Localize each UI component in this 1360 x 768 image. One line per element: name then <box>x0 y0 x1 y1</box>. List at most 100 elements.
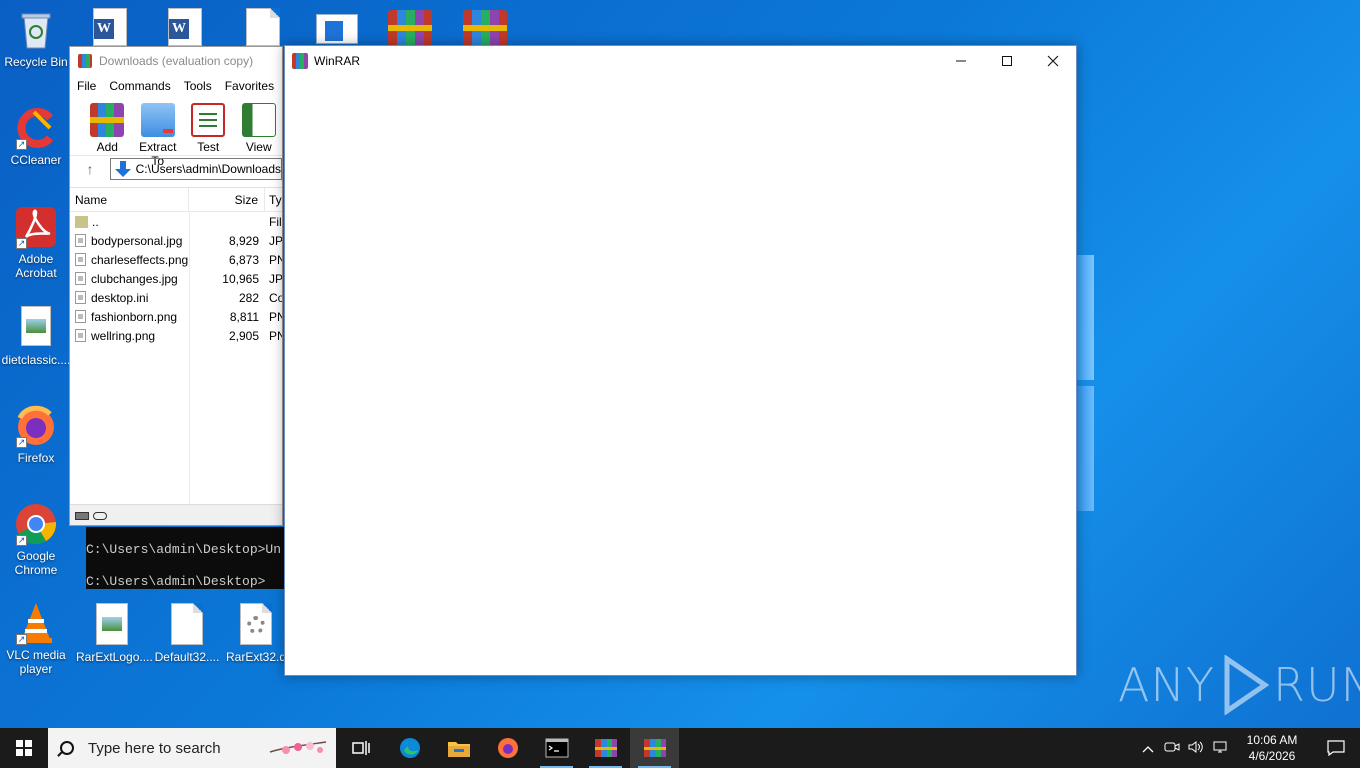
test-button[interactable]: Test <box>185 97 232 155</box>
show-hidden-icons-button[interactable] <box>1136 741 1160 756</box>
console-line: C:\Users\admin\Desktop>Un <box>86 542 282 557</box>
edge-icon <box>399 738 420 758</box>
winrar-archive-icon <box>388 10 432 46</box>
desktop-icon-window-file[interactable] <box>316 14 360 46</box>
column-name-header[interactable]: Name <box>70 188 189 211</box>
desktop-icon-google-chrome[interactable]: ↗ Google Chrome <box>0 502 72 577</box>
desktop-icon-ccleaner[interactable]: ↗ CCleaner <box>0 106 72 167</box>
desktop-icon-firefox[interactable]: ↗ Firefox <box>0 404 72 465</box>
taskbar-winrar-1[interactable] <box>581 728 630 768</box>
file-name: fashionborn.png <box>91 309 178 324</box>
taskbar-winrar-2[interactable] <box>630 728 679 768</box>
meet-now-button[interactable] <box>1160 740 1184 757</box>
terminal-icon <box>545 738 568 758</box>
up-arrow-icon[interactable]: ↑ <box>70 161 110 177</box>
winrar-downloads-window[interactable]: Downloads (evaluation copy) File Command… <box>69 46 283 526</box>
volume-button[interactable] <box>1184 740 1208 757</box>
extract-folder-icon <box>140 103 175 137</box>
file-size: 2,905 <box>228 328 259 343</box>
document-window-icon <box>316 14 358 44</box>
winrar-icon <box>643 739 666 757</box>
maximize-icon <box>1002 55 1012 66</box>
desktop-icon-label: Google Chrome <box>14 549 58 577</box>
close-icon <box>1047 55 1059 66</box>
taskbar-file-explorer[interactable] <box>434 728 483 768</box>
shortcut-arrow-icon: ↗ <box>16 139 27 150</box>
desktop-icon-label: VLC media player <box>6 648 66 676</box>
menu-commands[interactable]: Commands <box>109 79 170 93</box>
taskbar-command-prompt[interactable] <box>532 728 581 768</box>
settings-file-icon <box>75 291 86 304</box>
desktop-icon-default32[interactable]: Default32.... <box>151 603 223 664</box>
menu-favorites[interactable]: Favorites <box>225 79 274 93</box>
add-button[interactable]: Add <box>84 97 131 155</box>
desktop-icon-winrar-archive-1[interactable] <box>388 10 436 46</box>
clock[interactable]: 10:06 AM 4/6/2026 <box>1232 732 1312 764</box>
desktop-icon-word-doc-1[interactable]: W <box>90 8 130 46</box>
acrobat-icon: ↗ <box>14 205 58 249</box>
table-row[interactable]: clubchanges.jpg 10,965 JPG <box>70 269 282 288</box>
winrar-icon <box>78 54 92 68</box>
start-button[interactable] <box>0 728 48 768</box>
taskbar-edge[interactable] <box>385 728 434 768</box>
desktop-icon-label: Default32.... <box>154 650 220 664</box>
file-type: PNG <box>269 309 282 324</box>
image-file-icon <box>14 306 58 350</box>
file-name: bodypersonal.jpg <box>91 233 183 248</box>
command-prompt-window[interactable]: C:\Users\admin\Desktop>Un C:\Users\admin… <box>86 527 284 589</box>
menu-tools[interactable]: Tools <box>184 79 212 93</box>
desktop-icon-rarext32[interactable]: RarExt32.d <box>226 603 286 664</box>
desktop-icon-label: Adobe Acrobat <box>15 252 57 280</box>
shortcut-arrow-icon: ↗ <box>16 634 27 645</box>
task-view-button[interactable] <box>336 728 385 768</box>
close-button[interactable] <box>1030 46 1076 75</box>
chrome-icon: ↗ <box>14 502 58 546</box>
minimize-icon <box>956 60 966 61</box>
desktop-icon-blank-file[interactable] <box>245 8 281 46</box>
desktop-icon-vlc[interactable]: ↗ VLC media player <box>0 601 72 676</box>
desktop-icon-word-doc-2[interactable]: W <box>165 8 205 46</box>
column-type-header[interactable]: Type <box>265 193 282 207</box>
window-titlebar[interactable]: WinRAR <box>285 46 1076 75</box>
column-size-header[interactable]: Size <box>189 188 265 211</box>
table-row[interactable]: bodypersonal.jpg 8,929 JPG <box>70 231 282 250</box>
winrar-main-window[interactable]: WinRAR <box>284 45 1077 676</box>
table-row[interactable]: charleseffects.png 6,873 PNG <box>70 250 282 269</box>
taskbar-firefox[interactable] <box>483 728 532 768</box>
desktop-icon-rarextlogo[interactable]: RarExtLogo.... <box>76 603 153 664</box>
camera-icon <box>1164 742 1180 751</box>
network-button[interactable] <box>1208 740 1232 757</box>
desktop-icon-dietclassic[interactable]: dietclassic.... <box>0 306 72 367</box>
extract-to-button[interactable]: Extract To <box>135 97 182 168</box>
image-file-icon <box>75 253 86 266</box>
menu-file[interactable]: File <box>77 79 96 93</box>
firefox-icon: ↗ <box>14 404 58 448</box>
table-row[interactable]: .. File folder <box>70 212 282 231</box>
taskbar-search-box[interactable]: Type here to search <box>48 728 336 768</box>
word-document-icon: W <box>93 8 127 46</box>
dll-file-icon <box>234 603 278 647</box>
window-titlebar[interactable]: Downloads (evaluation copy) <box>70 47 282 75</box>
desktop-icon-recycle-bin[interactable]: Recycle Bin <box>0 8 72 69</box>
column-divider <box>189 212 190 505</box>
winrar-archive-icon <box>463 10 507 46</box>
desktop-icon-adobe-acrobat[interactable]: ↗ Adobe Acrobat <box>0 205 72 280</box>
winrar-icon <box>292 52 308 69</box>
path-text: C:\Users\admin\Downloads <box>135 161 281 176</box>
maximize-button[interactable] <box>984 46 1030 75</box>
path-field[interactable]: C:\Users\admin\Downloads <box>110 157 282 180</box>
view-button[interactable]: View <box>236 97 283 155</box>
minimize-button[interactable] <box>938 46 984 75</box>
test-checklist-icon <box>191 103 226 137</box>
desktop-icon-winrar-archive-2[interactable] <box>463 10 511 46</box>
file-explorer-icon <box>447 742 470 757</box>
file-list[interactable]: Name Size Type .. File folder bodyperson… <box>70 187 282 505</box>
window-title: WinRAR <box>314 53 361 68</box>
table-row[interactable]: desktop.ini 282 Configuration <box>70 288 282 307</box>
image-file-icon <box>75 310 86 323</box>
shortcut-arrow-icon: ↗ <box>16 535 27 546</box>
table-row[interactable]: fashionborn.png 8,811 PNG <box>70 307 282 326</box>
table-row[interactable]: wellring.png 2,905 PNG <box>70 326 282 345</box>
desktop-icon-label: CCleaner <box>10 153 62 167</box>
notifications-button[interactable] <box>1312 740 1360 756</box>
